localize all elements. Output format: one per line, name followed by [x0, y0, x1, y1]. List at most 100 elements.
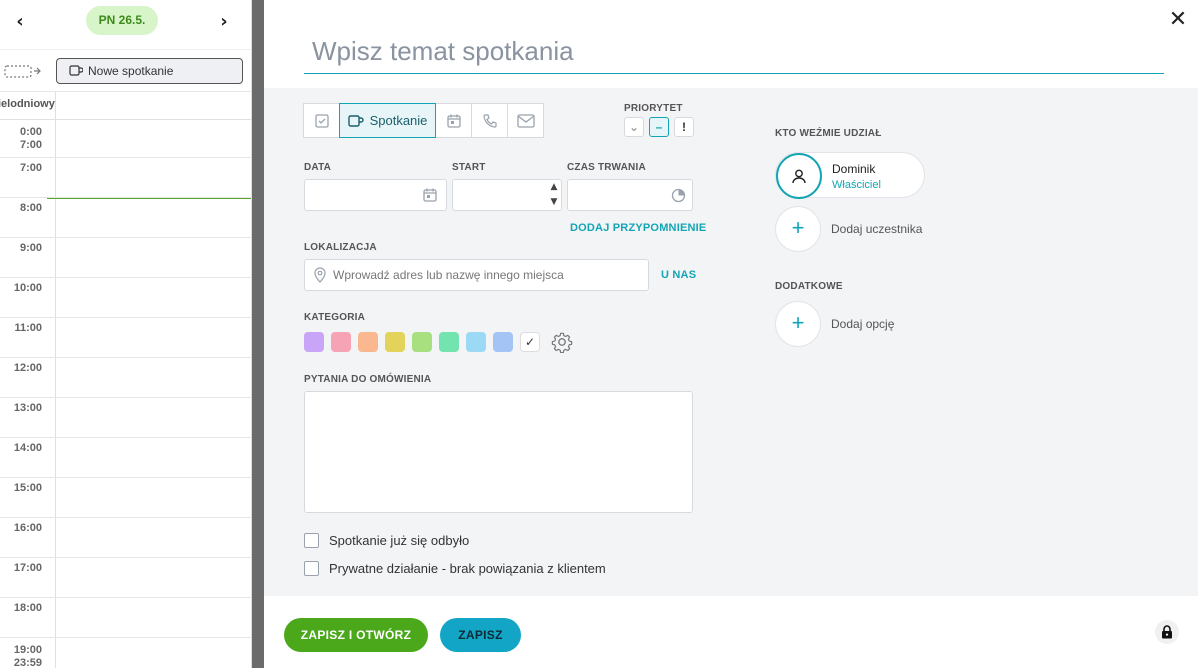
coffee-cup-icon: [69, 65, 83, 76]
hour-label: 14:00: [13, 442, 42, 454]
add-reminder-link[interactable]: DODAJ PRZYPOMNIENIE: [570, 222, 706, 234]
coffee-cup-icon: [347, 114, 364, 127]
add-participant-label[interactable]: Dodaj uczestnika: [831, 222, 922, 236]
add-option-label[interactable]: Dodaj opcję: [831, 317, 894, 331]
hour-row[interactable]: 14:00: [0, 438, 251, 478]
gear-icon[interactable]: [551, 331, 573, 353]
hour-row[interactable]: 9:00: [0, 238, 251, 278]
hour-row[interactable]: 12:00: [0, 358, 251, 398]
hour-row[interactable]: 11:00: [0, 318, 251, 358]
calendar-grid[interactable]: 0:00 7:00 7:00 8:00 9:00 10:00 11:00 12:…: [0, 120, 251, 668]
participant-card[interactable]: Dominik Właściciel: [775, 152, 925, 199]
current-date-pill[interactable]: PN 26.5.: [86, 6, 158, 35]
hour-row[interactable]: 13:00: [0, 398, 251, 438]
category-swatch-purple[interactable]: [304, 332, 324, 352]
hour-row[interactable]: 0:00 7:00: [0, 120, 251, 158]
calendar-nav: ‹ PN 26.5. ›: [0, 0, 251, 50]
envelope-icon: [516, 113, 535, 128]
meeting-editor-panel: ✕ Spotkanie: [264, 0, 1198, 668]
hour-label: 12:00: [13, 362, 42, 374]
tab-call[interactable]: [471, 103, 508, 138]
category-swatch-orange[interactable]: [358, 332, 378, 352]
priority-low-button[interactable]: ⌄: [624, 117, 644, 137]
hour-row[interactable]: 7:00: [0, 158, 251, 198]
private-activity-label: Prywatne działanie - brak powiązania z k…: [329, 561, 606, 576]
hour-label: 18:00: [13, 602, 42, 614]
category-swatch-sky[interactable]: [466, 332, 486, 352]
category-swatch-green[interactable]: [412, 332, 432, 352]
duration-label: CZAS TRWANIA: [567, 162, 646, 173]
priority-normal-button[interactable]: –: [649, 117, 669, 137]
meeting-held-checkbox-row[interactable]: Spotkanie już się odbyło: [304, 533, 469, 548]
tab-task[interactable]: [303, 103, 340, 138]
save-and-open-button[interactable]: ZAPISZ I OTWÓRZ: [284, 618, 428, 652]
tab-meeting-label: Spotkanie: [369, 113, 428, 128]
add-option-button[interactable]: +: [775, 301, 821, 347]
hour-label: 16:00: [13, 522, 42, 534]
category-swatch-yellow[interactable]: [385, 332, 405, 352]
participants-label: KTO WEŹMIE UDZIAŁ: [775, 128, 882, 139]
add-participant-button[interactable]: +: [775, 206, 821, 252]
task-checkbox-icon: [314, 113, 329, 128]
hour-label: 13:00: [13, 402, 42, 414]
participant-role: Właściciel: [832, 179, 881, 191]
padlock-icon: [1162, 625, 1172, 639]
category-swatches: ✓: [304, 331, 573, 353]
hour-label: 10:00: [13, 282, 42, 294]
panel-header: ✕: [264, 0, 1198, 88]
category-swatch-blue[interactable]: [493, 332, 513, 352]
multi-day-toggle-icon[interactable]: [4, 62, 42, 80]
category-label: KATEGORIA: [304, 312, 366, 323]
participant-name: Dominik: [832, 162, 876, 176]
questions-label: PYTANIA DO OMÓWIENIA: [304, 374, 432, 385]
private-activity-checkbox[interactable]: [304, 561, 319, 576]
prev-day-button[interactable]: ‹: [10, 12, 30, 32]
chevron-down-icon[interactable]: ▼: [545, 195, 563, 210]
category-swatch-mint[interactable]: [439, 332, 459, 352]
private-activity-checkbox-row[interactable]: Prywatne działanie - brak powiązania z k…: [304, 561, 606, 576]
subject-input[interactable]: [304, 30, 1164, 74]
duration-field[interactable]: [567, 179, 693, 211]
overlay-divider: [252, 0, 264, 668]
tab-meeting[interactable]: Spotkanie: [339, 103, 436, 138]
hour-label: 19:00 23:59: [13, 644, 42, 668]
new-meeting-button[interactable]: Nowe spotkanie: [56, 58, 243, 84]
category-swatch-pink[interactable]: [331, 332, 351, 352]
chevron-up-icon[interactable]: ▲: [545, 180, 563, 195]
hour-row[interactable]: 17:00: [0, 558, 251, 598]
panel-footer: ZAPISZ I OTWÓRZ ZAPISZ: [264, 596, 1198, 668]
hour-row[interactable]: 18:00: [0, 598, 251, 638]
all-day-header: ielodniowy: [0, 92, 251, 120]
lock-icon[interactable]: [1155, 620, 1179, 644]
date-field[interactable]: [304, 179, 447, 211]
calendar-icon: [423, 188, 437, 202]
hour-label: 17:00: [13, 562, 42, 574]
tab-event[interactable]: [435, 103, 472, 138]
time-stepper[interactable]: ▲ ▼: [545, 180, 563, 210]
priority-high-button[interactable]: !: [674, 117, 694, 137]
hour-row[interactable]: 16:00: [0, 518, 251, 558]
next-day-button[interactable]: ›: [214, 12, 234, 32]
at-our-place-link[interactable]: U NAS: [661, 269, 696, 281]
priority-label: PRIORYTET: [624, 103, 683, 114]
hour-row[interactable]: 8:00: [0, 198, 251, 238]
hour-label: 0:00 7:00: [19, 126, 42, 151]
hour-row[interactable]: 10:00: [0, 278, 251, 318]
close-icon[interactable]: ✕: [1168, 9, 1188, 31]
hour-row[interactable]: 19:00 23:59: [0, 638, 251, 668]
hour-label: 9:00: [19, 242, 42, 254]
hour-label: 11:00: [14, 322, 42, 334]
hour-label: 7:00: [19, 162, 42, 174]
meeting-held-checkbox[interactable]: [304, 533, 319, 548]
questions-textarea[interactable]: [304, 391, 693, 513]
clock-icon: [671, 188, 686, 203]
start-time-field[interactable]: ▲ ▼: [452, 179, 562, 211]
plus-icon: +: [791, 215, 805, 240]
save-button[interactable]: ZAPISZ: [440, 618, 521, 652]
category-swatch-none-selected[interactable]: ✓: [520, 332, 540, 352]
tab-email[interactable]: [507, 103, 544, 138]
date-label: DATA: [304, 162, 332, 173]
location-input[interactable]: Wprowadź adres lub nazwę innego miejsca: [304, 259, 649, 291]
hour-row[interactable]: 15:00: [0, 478, 251, 518]
map-pin-icon: [314, 267, 326, 283]
